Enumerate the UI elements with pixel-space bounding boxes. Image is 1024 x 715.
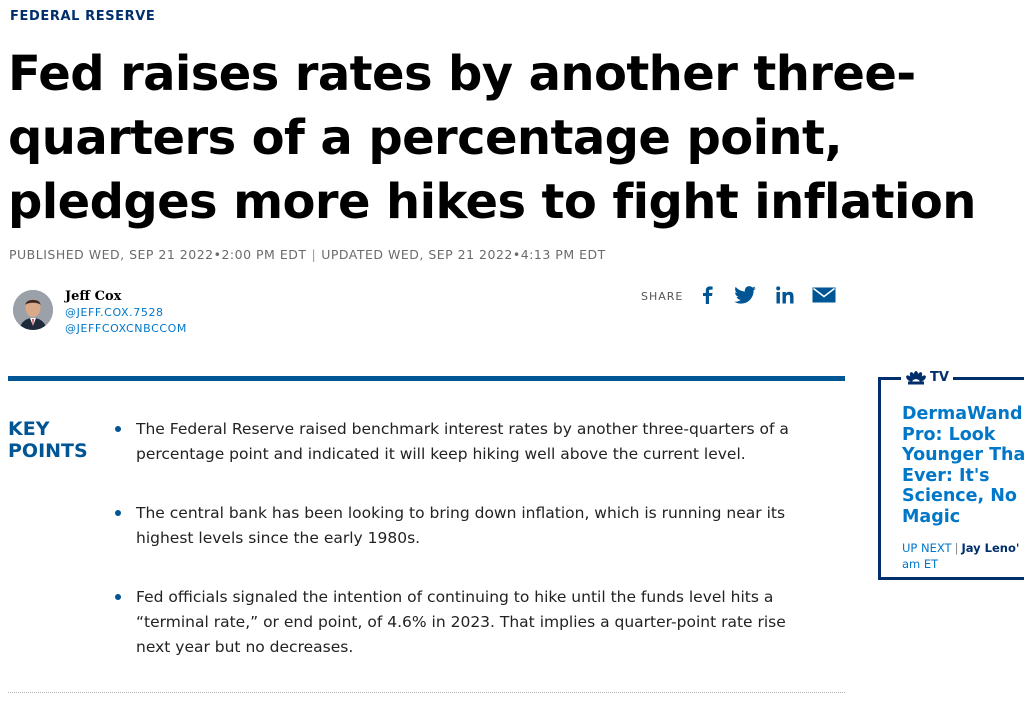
tv-title-line: Pro: Look (902, 424, 996, 445)
peacock-icon (906, 370, 926, 384)
section-divider (8, 376, 845, 381)
tv-title-line: Science, No (902, 486, 1017, 506)
author-facebook-handle[interactable]: @JEFF.COX.7528 (65, 306, 164, 319)
key-points-label-line-1: KEY (8, 418, 50, 440)
published-time: PUBLISHED WED, SEP 21 2022•2:00 PM EDT (9, 247, 307, 262)
email-icon[interactable] (812, 285, 836, 305)
linkedin-icon[interactable] (773, 285, 797, 305)
share-label: SHARE (641, 290, 684, 303)
tv-label: TV (930, 370, 949, 385)
headline-line-1: Fed raises rates by another three- (8, 46, 916, 102)
facebook-icon[interactable] (695, 285, 719, 305)
headline-line-2: quarters of a percentage point, (8, 110, 843, 166)
author-photo (13, 290, 53, 330)
key-points-list: The Federal Reserve raised benchmark int… (112, 417, 812, 660)
tv-title-line: Younger Tha (902, 445, 1024, 465)
author-name[interactable]: Jeff Cox (65, 289, 121, 304)
key-points-label-line-2: POINTS (8, 440, 88, 462)
key-points-heading: KEY POINTS (8, 418, 88, 462)
timestamp-separator: | (311, 247, 317, 262)
twitter-icon[interactable] (733, 285, 757, 305)
key-point-item: Fed officials signaled the intention of … (112, 585, 812, 660)
tv-title-line: Ever: It's (902, 465, 990, 486)
key-point-item: The Federal Reserve raised benchmark int… (112, 417, 812, 467)
up-next-separator: | (954, 541, 959, 555)
tv-program-title[interactable]: DermaWand Pro: Look Younger Tha Ever: It… (902, 404, 1024, 527)
cnbc-tv-brand: TV (901, 370, 953, 385)
up-next-show: Jay Leno' (961, 541, 1020, 555)
up-next-time: am ET (902, 557, 939, 571)
up-next-label: UP NEXT (902, 541, 952, 555)
article-timestamps: PUBLISHED WED, SEP 21 2022•2:00 PM EDT | U… (9, 247, 606, 262)
cnbc-tv-widget[interactable]: TV DermaWand Pro: Look Younger Tha Ever:… (878, 370, 1024, 580)
updated-time: UPDATED WED, SEP 21 2022•4:13 PM EDT (321, 247, 606, 262)
tv-title-line: DermaWand (902, 404, 1023, 424)
tv-up-next[interactable]: UP NEXT | Jay Leno' am ET (902, 540, 1024, 572)
headline-line-3: pledges more hikes to fight inflation (8, 174, 976, 230)
author-twitter-handle[interactable]: @JEFFCOXCNBCCOM (65, 322, 187, 335)
tv-title-line: Magic (902, 506, 961, 527)
dotted-divider (8, 692, 845, 693)
key-point-item: The central bank has been looking to bri… (112, 501, 812, 551)
author-avatar[interactable] (13, 290, 53, 330)
article-headline: Fed raises rates by another three- quart… (8, 42, 1024, 234)
section-tag-link[interactable]: FEDERAL RESERVE (10, 9, 155, 24)
